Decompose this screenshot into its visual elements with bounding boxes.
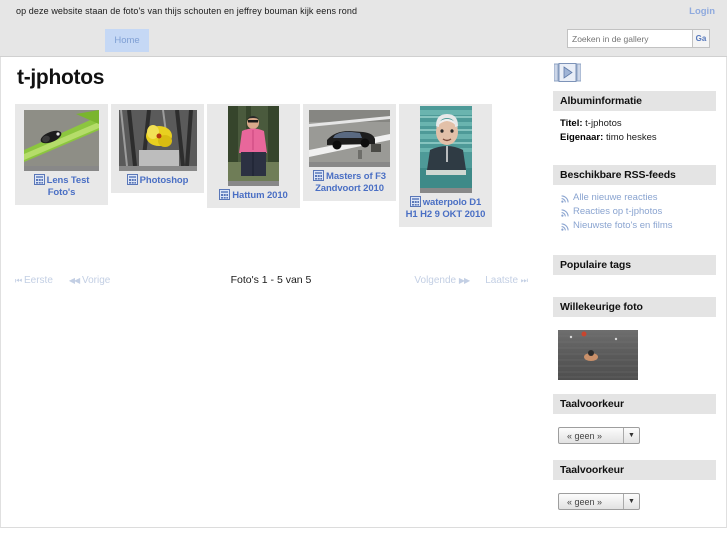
sidebar: Albuminformatie Titel: t-jphotos Eigenaa… xyxy=(551,57,716,527)
album-card-label-text: Photoshop xyxy=(139,175,189,186)
page-body: t-jphotos Lens Test Foto's Photoshop Hattu… xyxy=(0,57,727,528)
pager-first-label: Eerste xyxy=(23,274,53,286)
site-tagline: op deze website staan de foto's van thij… xyxy=(16,6,358,16)
pager-last[interactable]: Laatste ⏭ xyxy=(485,274,528,286)
album-icon xyxy=(33,174,45,185)
album-thumbnail[interactable] xyxy=(24,110,99,171)
album-thumbnail[interactable] xyxy=(309,110,390,167)
slideshow-play-icon[interactable] xyxy=(553,63,582,82)
login-link[interactable]: Login xyxy=(689,6,715,17)
album-thumbnail[interactable] xyxy=(228,106,279,186)
album-thumbnail-grid: Lens Test Foto's Photoshop Hattum 2010 Mast… xyxy=(15,104,525,227)
album-thumbnail[interactable] xyxy=(118,109,197,171)
rss-block: Beschikbare RSS-feeds Alle nieuwe reacti… xyxy=(553,165,716,233)
popular-tags-block: Populaire tags xyxy=(553,255,716,275)
language-block-2: Taalvoorkeur « geen » ▼ xyxy=(553,460,716,510)
album-card-label[interactable]: Photoshop xyxy=(126,174,189,187)
rss-icon xyxy=(561,208,569,217)
pager-previous[interactable]: ◀◀ Vorige xyxy=(69,275,110,286)
album-info-owner-label: Eigenaar: xyxy=(560,132,604,143)
album-icon xyxy=(219,189,231,200)
album-card-label-text: Masters of F3 Zandvoort 2010 xyxy=(315,171,386,194)
rss-link-label: Alle nieuwe reacties xyxy=(573,192,658,203)
page-title: t-jphotos xyxy=(17,66,105,89)
random-photo-heading: Willekeurige foto xyxy=(553,297,716,317)
rss-icon xyxy=(561,194,569,203)
album-card-label[interactable]: Lens Test Foto's xyxy=(19,174,104,199)
gallery-page: op deze website staan de foto's van thij… xyxy=(0,0,727,545)
random-photo-thumbnail[interactable] xyxy=(558,330,709,385)
main-column: t-jphotos Lens Test Foto's Photoshop Hattu… xyxy=(1,57,541,527)
language-select-1-value: « geen » xyxy=(567,430,603,441)
album-icon xyxy=(313,170,325,181)
rss-icon xyxy=(561,222,569,231)
rss-link[interactable]: Alle nieuwe reacties xyxy=(560,191,709,205)
language-select-2-value: « geen » xyxy=(567,496,603,507)
pager-last-label: Laatste xyxy=(485,274,519,286)
album-card[interactable]: waterpolo D1 H1 H2 9 OKT 2010 xyxy=(399,104,492,227)
chevron-down-icon: ▼ xyxy=(623,494,639,509)
nav-bar: Home Ga xyxy=(0,24,727,57)
pager-next[interactable]: Volgende ▶▶ xyxy=(414,274,470,286)
album-card[interactable]: Photoshop xyxy=(111,104,204,193)
pager-next-label: Volgende xyxy=(414,274,457,286)
album-card[interactable]: Lens Test Foto's xyxy=(15,104,108,205)
album-card[interactable]: Masters of F3 Zandvoort 2010 xyxy=(303,104,396,201)
album-card-label[interactable]: Masters of F3 Zandvoort 2010 xyxy=(307,170,392,195)
album-icon xyxy=(126,174,138,185)
album-thumbnail[interactable] xyxy=(419,106,472,193)
top-bar: op deze website staan de foto's van thij… xyxy=(0,0,727,24)
language-heading-1: Taalvoorkeur xyxy=(553,394,716,414)
rss-link[interactable]: Reacties op t-jphotos xyxy=(560,205,709,219)
chevron-down-icon: ▼ xyxy=(623,428,639,443)
album-info-owner-row: Eigenaar: timo heskes xyxy=(560,131,709,145)
album-info-title-label: Titel: xyxy=(560,118,583,129)
rss-link[interactable]: Nieuwste foto's en films xyxy=(560,219,709,233)
album-card-label-text: Lens Test Foto's xyxy=(46,175,90,198)
album-card-label-text: Hattum 2010 xyxy=(232,190,288,201)
pagination: ⏮ Eerste ◀◀ Vorige Foto's 1 - 5 van 5 Vo… xyxy=(15,269,528,291)
search-go-button[interactable]: Ga xyxy=(692,29,710,48)
language-block-1: Taalvoorkeur « geen » ▼ xyxy=(553,394,716,444)
album-card[interactable]: Hattum 2010 xyxy=(207,104,300,208)
album-icon xyxy=(409,196,421,207)
search-input[interactable] xyxy=(567,29,692,48)
album-info-owner-value: timo heskes xyxy=(605,132,657,143)
rss-link-label: Reacties op t-jphotos xyxy=(573,206,663,217)
language-select-1[interactable]: « geen » ▼ xyxy=(558,427,640,444)
pager-first[interactable]: ⏮ Eerste xyxy=(15,275,53,286)
language-heading-2: Taalvoorkeur xyxy=(553,460,716,480)
rss-link-list: Alle nieuwe reacties Reacties op t-jphoto… xyxy=(553,185,716,233)
album-info-block: Albuminformatie Titel: t-jphotos Eigenaa… xyxy=(553,91,716,145)
search-form: Ga xyxy=(567,29,710,48)
album-card-label[interactable]: waterpolo D1 H1 H2 9 OKT 2010 xyxy=(403,196,488,221)
tab-home[interactable]: Home xyxy=(105,29,149,52)
pager-previous-label: Vorige xyxy=(81,274,111,286)
rss-link-label: Nieuwste foto's en films xyxy=(573,220,673,231)
album-card-label[interactable]: Hattum 2010 xyxy=(219,189,288,202)
album-info-title-value: t-jphotos xyxy=(585,118,622,129)
random-photo-block: Willekeurige foto xyxy=(553,297,716,385)
album-info-heading: Albuminformatie xyxy=(553,91,716,111)
language-select-2[interactable]: « geen » ▼ xyxy=(558,493,640,510)
rss-heading: Beschikbare RSS-feeds xyxy=(553,165,716,185)
popular-tags-heading: Populaire tags xyxy=(553,255,716,275)
album-info-title-row: Titel: t-jphotos xyxy=(560,117,709,131)
